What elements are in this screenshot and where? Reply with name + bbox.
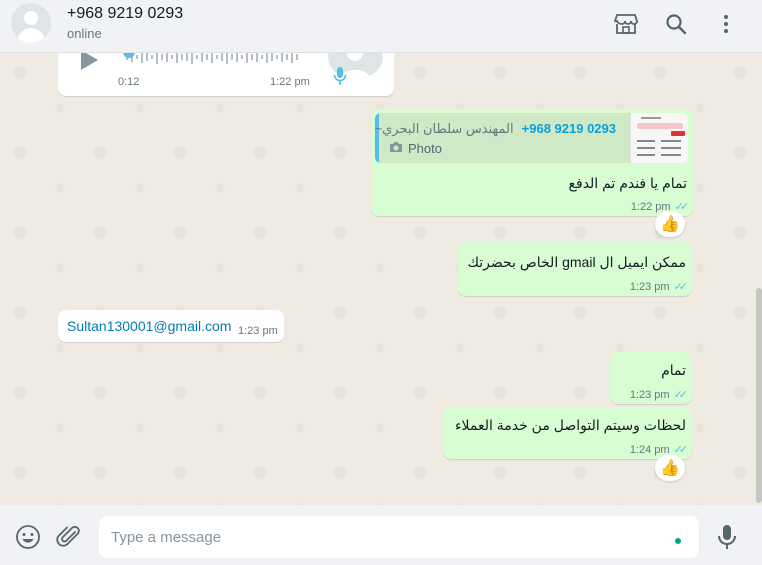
message-time: 1:23 pm xyxy=(629,388,670,401)
quoted-photo-thumbnail[interactable] xyxy=(630,113,688,163)
thumbs-up-icon: 👍 xyxy=(660,460,680,477)
thumbs-up-reaction[interactable]: 👍 xyxy=(655,455,685,481)
message-input[interactable] xyxy=(99,516,699,558)
email-link[interactable]: Sultan130001@gmail.com xyxy=(67,318,231,334)
contact-avatar[interactable] xyxy=(11,3,51,43)
camera-icon xyxy=(389,141,403,156)
emoji-icon[interactable] xyxy=(14,523,42,551)
message-bubble[interactable]: ممكن ايميل ال gmail الخاص بحضرتك 1:23 pm… xyxy=(458,242,692,296)
read-receipt-icon: ✓✓ xyxy=(673,281,689,293)
message-time: 1:23 pm xyxy=(629,280,670,293)
thumbs-up-icon: 👍 xyxy=(660,216,680,233)
message-bubble[interactable]: تمام 1:23 pm ✓✓ xyxy=(610,352,692,404)
status-dot xyxy=(675,538,681,544)
message-meta: 1:24 pm ✓✓ xyxy=(629,443,689,457)
message-bubble[interactable]: Sultan130001@gmail.com 1:23 pm xyxy=(58,310,284,342)
voice-duration: 0:12 xyxy=(118,76,140,88)
message-text: تمام يا فندم تم الدفع xyxy=(568,175,687,191)
quoted-author-name: ~المهندس سلطان البحري xyxy=(375,121,514,136)
message-time: 1:22 pm xyxy=(270,76,310,88)
message-time: 1:24 pm xyxy=(629,443,670,456)
thumbs-up-reaction[interactable]: 👍 xyxy=(655,211,685,237)
chat-scrollbar[interactable] xyxy=(756,288,762,503)
menu-icon[interactable] xyxy=(713,11,739,37)
attach-icon[interactable] xyxy=(55,523,83,551)
quoted-photo-label: Photo xyxy=(389,141,442,156)
search-icon[interactable] xyxy=(663,11,689,37)
message-text: لحظات وسيتم التواصل من خدمة العملاء xyxy=(454,417,686,433)
read-receipt-icon: ✓✓ xyxy=(673,444,689,456)
voice-message[interactable]: 0:12 1:22 pm xyxy=(58,53,394,96)
shop-icon[interactable] xyxy=(613,11,639,37)
message-text: تمام xyxy=(661,362,686,378)
message-text: ممكن ايميل ال gmail الخاص بحضرتك xyxy=(467,254,686,270)
quoted-author-number: +968 9219 0293 xyxy=(521,121,616,136)
waveform[interactable] xyxy=(126,53,301,70)
quoted-message[interactable]: ~المهندس سلطان البحري +968 9219 0293 Pho… xyxy=(375,113,688,163)
contact-status: online xyxy=(67,26,102,41)
chat-header: +968 9219 0293 online xyxy=(0,0,762,53)
message-time: 1:23 pm xyxy=(238,325,278,337)
read-receipt-icon: ✓✓ xyxy=(673,389,689,401)
message-meta: 1:23 pm ✓✓ xyxy=(629,388,689,402)
message-composer xyxy=(0,505,762,565)
microphone-icon xyxy=(333,66,347,91)
message-meta: 1:23 pm ✓✓ xyxy=(629,280,689,294)
chat-area[interactable]: 0:12 1:22 pm ~المهندس سلطان البحري +968 … xyxy=(0,53,762,505)
message-bubble[interactable]: لحظات وسيتم التواصل من خدمة العملاء 1:24… xyxy=(443,407,692,459)
play-icon[interactable] xyxy=(78,53,100,77)
quoted-author: ~المهندس سلطان البحري +968 9219 0293 xyxy=(375,121,616,137)
contact-name[interactable]: +968 9219 0293 xyxy=(67,5,183,23)
reply-message[interactable]: ~المهندس سلطان البحري +968 9219 0293 Pho… xyxy=(371,109,693,216)
microphone-icon[interactable] xyxy=(713,523,741,551)
